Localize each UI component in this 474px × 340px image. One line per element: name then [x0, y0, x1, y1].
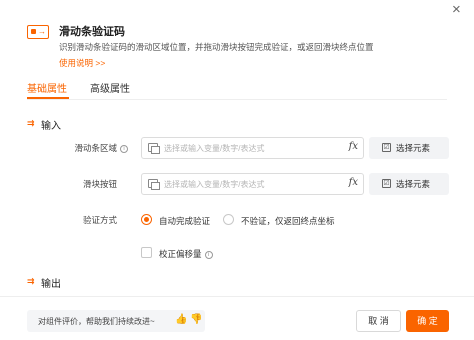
- variable-icon[interactable]: [148, 143, 160, 154]
- info-icon[interactable]: i: [204, 250, 213, 259]
- help-link[interactable]: 使用说明 >>: [59, 57, 105, 69]
- footer-divider: [0, 296, 474, 297]
- slider-button-select-element-button[interactable]: ☑ 选择元素: [369, 173, 449, 195]
- thumbs-up-icon[interactable]: 👍: [175, 314, 187, 325]
- slider-button-label: 滑块按钮: [82, 179, 117, 189]
- tab-advanced-properties[interactable]: 高级属性: [90, 80, 130, 95]
- select-element-icon: ☑: [382, 143, 391, 152]
- section-title-input: 输入: [41, 121, 61, 132]
- page-description: 识别滑动条验证码的滑动区域位置，并拖动滑块按钮完成验证，或返回滑块终点位置: [59, 42, 374, 52]
- slider-captcha-icon: →: [27, 25, 49, 39]
- slider-button-input[interactable]: 选择或输入变量/数字/表达式 fx: [141, 173, 364, 195]
- slider-area-select-element-button[interactable]: ☑ 选择元素: [369, 137, 449, 159]
- confirm-button[interactable]: 确 定: [406, 310, 449, 332]
- thumbs-down-icon[interactable]: 👎: [190, 314, 202, 325]
- slider-button-placeholder: 选择或输入变量/数字/表达式: [164, 180, 265, 189]
- tab-divider: [27, 99, 447, 100]
- correct-offset-checkbox[interactable]: [141, 247, 152, 258]
- radio-no-verify-label[interactable]: 不验证，仅返回终点坐标: [241, 215, 335, 227]
- select-element-icon: ☑: [382, 179, 391, 188]
- close-icon[interactable]: ×: [452, 2, 461, 18]
- section-title-output: 输出: [41, 279, 61, 290]
- input-section-icon: ⇉: [27, 118, 35, 128]
- variable-icon[interactable]: [148, 179, 160, 190]
- slider-area-label: 滑动条区域 i: [60, 142, 128, 154]
- slider-area-input[interactable]: 选择或输入变量/数字/表达式 fx: [141, 137, 364, 159]
- fx-icon[interactable]: fx: [349, 177, 358, 188]
- slider-area-placeholder: 选择或输入变量/数字/表达式: [164, 144, 265, 153]
- info-icon[interactable]: i: [120, 144, 128, 153]
- verify-method-label: 验证方式: [82, 215, 117, 225]
- cancel-button[interactable]: 取 消: [356, 310, 401, 332]
- radio-no-verify[interactable]: [223, 214, 234, 225]
- radio-auto-verify[interactable]: [141, 214, 152, 225]
- feedback-bar: 对组件评价，帮助我们持续改进~ 👍 👎: [27, 310, 205, 332]
- tab-basic-properties[interactable]: 基础属性: [27, 80, 67, 95]
- radio-auto-verify-label[interactable]: 自动完成验证: [159, 215, 210, 227]
- output-section-icon: ⇉: [27, 276, 35, 286]
- correct-offset-label: 校正偏移量 i: [159, 248, 213, 260]
- fx-icon[interactable]: fx: [349, 141, 358, 152]
- feedback-text: 对组件评价，帮助我们持续改进~: [38, 317, 155, 326]
- page-title: 滑动条验证码: [59, 26, 125, 38]
